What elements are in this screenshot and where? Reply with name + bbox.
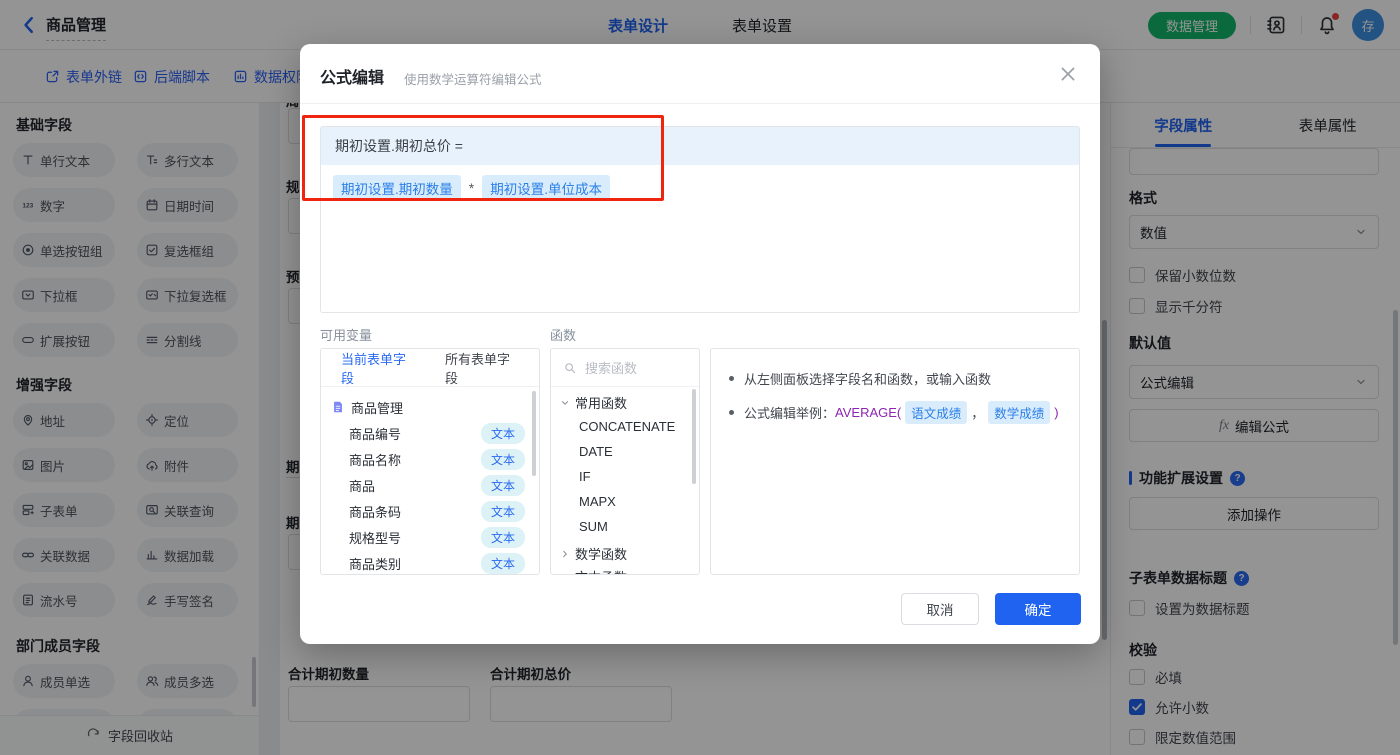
function-item[interactable]: IF [579,469,591,484]
example-field-chip: 语文成绩 [905,401,968,424]
search-icon [563,361,577,375]
variable-field-row[interactable]: 商品条码 文本 [321,499,539,523]
variable-field-row[interactable]: 商品类别 文本 [321,551,539,574]
function-search-placeholder: 搜索函数 [585,361,638,376]
document-icon [331,400,345,414]
variable-field-name: 商品编号 [349,426,402,442]
formula-expression: 期初设置.期初数量 * 期初设置.单位成本 [321,165,1079,211]
variable-type-badge: 文本 [480,500,525,522]
formula-help-panel: 从左侧面板选择字段名和函数，或输入函数 公式编辑举例： AVERAGE(语文成绩，… [710,348,1080,575]
variables-scrollbar[interactable] [532,391,536,476]
variables-root-label: 商品管理 [351,400,404,416]
variable-type-badge: 文本 [480,448,525,470]
confirm-button[interactable]: 确定 [995,593,1081,625]
function-group-label: 文本函数 [575,567,627,574]
variable-field-name: 商品类别 [349,556,402,572]
formula-field-chip[interactable]: 期初设置.单位成本 [482,175,610,201]
form-designer-screen: 商品管理 表单设计表单设置 数据管理 存 表单外链后端脚本数据权限 预览 保存 … [0,0,1400,755]
variables-tab-当前表单字段[interactable]: 当前表单字段 [341,349,415,387]
function-item[interactable]: CONCATENATE [579,419,675,434]
variable-field-row[interactable]: 规格型号 文本 [321,525,539,549]
variable-field-name: 商品名称 [349,452,402,468]
function-item[interactable]: SUM [579,519,608,534]
formula-target: 期初设置.期初总价 = [321,127,1079,165]
function-group-常用函数[interactable]: 常用函数 [559,393,627,412]
function-group-数学函数[interactable]: 数学函数 [559,544,627,563]
chevron-right-icon [559,571,571,574]
help-tip-1: 从左侧面板选择字段名和函数，或输入函数 [729,369,1061,388]
functions-panel: 搜索函数 常用函数 CONCATENATE DATE IF MAPX SUM 数学函数文本函… [550,348,700,575]
variables-tabs: 当前表单字段 所有表单字段 [321,349,539,387]
function-group-文本函数[interactable]: 文本函数 [559,567,627,574]
close-icon[interactable] [1058,64,1078,84]
function-group-label: 数学函数 [575,547,628,562]
function-item[interactable]: DATE [579,444,613,459]
variable-type-badge: 文本 [480,422,525,444]
formula-operator: * [468,180,475,196]
variables-tab-所有表单字段[interactable]: 所有表单字段 [445,349,519,387]
function-search[interactable]: 搜索函数 [551,349,699,387]
variable-type-badge: 文本 [480,474,525,496]
cancel-button[interactable]: 取消 [901,593,979,625]
functions-scrollbar[interactable] [692,389,696,484]
chevron-right-icon [559,548,571,560]
bullet [729,410,734,415]
functions-label: 函数 [550,328,577,343]
variables-panel: 当前表单字段 所有表单字段 商品管理 商品编号 文本 商品名称 文本 商品 文本 商品条码 文本规… [320,348,540,575]
modal-subtitle: 使用数学运算符编辑公式 [404,73,542,87]
variable-field-row[interactable]: 商品 文本 [321,473,539,497]
variable-type-badge: 文本 [480,552,525,574]
variable-field-name: 规格型号 [349,530,402,546]
divider [300,103,1100,104]
chevron-down-icon [559,397,571,409]
variable-field-name: 商品 [349,478,376,494]
formula-edit-modal: 公式编辑 使用数学运算符编辑公式 期初设置.期初总价 = 期初设置.期初数量 * 期… [300,44,1100,644]
variable-field-row[interactable]: 商品名称 文本 [321,447,539,471]
variable-type-badge: 文本 [480,526,525,548]
function-item[interactable]: MAPX [579,494,616,509]
variables-root-row[interactable]: 商品管理 [321,395,539,419]
modal-title: 公式编辑 [320,70,385,87]
help-tip-2: 公式编辑举例： AVERAGE(语文成绩，数学成绩) [729,401,1061,424]
formula-field-chip[interactable]: 期初设置.期初数量 [333,175,461,201]
formula-editor[interactable]: 期初设置.期初总价 = 期初设置.期初数量 * 期初设置.单位成本 [320,126,1080,313]
variable-field-row[interactable]: 商品编号 文本 [321,421,539,445]
variable-field-name: 商品条码 [349,504,402,520]
function-group-label: 常用函数 [575,396,628,411]
variables-label: 可用变量 [320,328,373,343]
example-field-chip: 数学成绩 [988,401,1051,424]
bullet [729,376,734,381]
